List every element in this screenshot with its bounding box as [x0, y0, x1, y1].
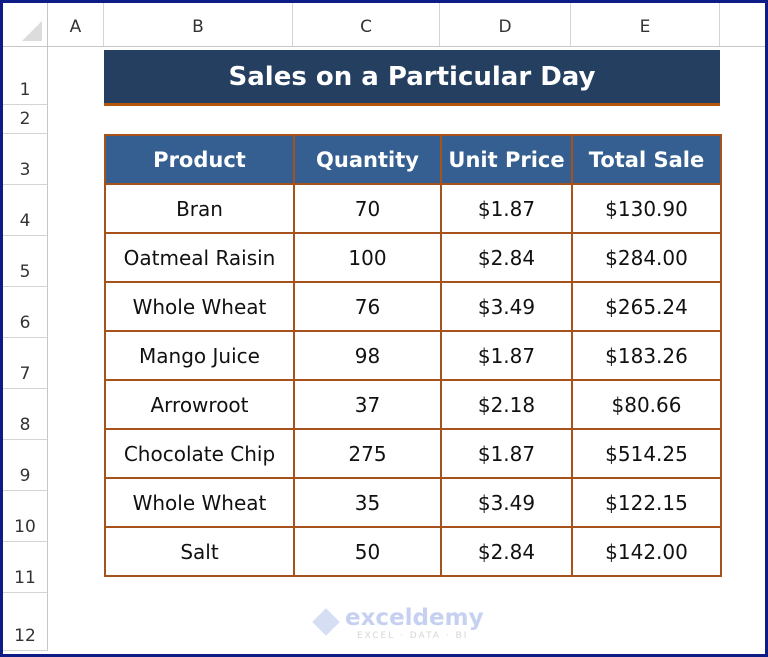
cell-quantity[interactable]: 100 — [293, 232, 442, 283]
row-header-6[interactable]: 6 — [3, 287, 48, 338]
column-header-d[interactable]: D — [440, 3, 571, 47]
cell-quantity[interactable]: 35 — [293, 477, 442, 528]
row-header-12[interactable]: 12 — [3, 593, 48, 651]
cell-total-sale[interactable]: $142.00 — [571, 526, 722, 577]
row-header-3[interactable]: 3 — [3, 134, 48, 185]
cell-quantity[interactable]: 70 — [293, 183, 442, 234]
sheet-title: Sales on a Particular Day — [104, 50, 720, 106]
row-header-5[interactable]: 5 — [3, 236, 48, 287]
cell-total-sale[interactable]: $265.24 — [571, 281, 722, 332]
table-row: Mango Juice 98 $1.87 $183.26 — [104, 330, 722, 381]
cell-unit-price[interactable]: $2.84 — [440, 232, 573, 283]
header-total-sale[interactable]: Total Sale — [571, 134, 722, 185]
cell-unit-price[interactable]: $1.87 — [440, 330, 573, 381]
header-quantity[interactable]: Quantity — [293, 134, 442, 185]
cell-unit-price[interactable]: $1.87 — [440, 428, 573, 479]
table-row: Bran 70 $1.87 $130.90 — [104, 183, 722, 234]
column-header-f[interactable] — [720, 3, 765, 47]
table-row: Chocolate Chip 275 $1.87 $514.25 — [104, 428, 722, 479]
cell-product[interactable]: Whole Wheat — [104, 281, 295, 332]
cell-unit-price[interactable]: $3.49 — [440, 477, 573, 528]
cell-total-sale[interactable]: $130.90 — [571, 183, 722, 234]
row-header-8[interactable]: 8 — [3, 389, 48, 440]
cell-product[interactable]: Bran — [104, 183, 295, 234]
column-header-b[interactable]: B — [104, 3, 293, 47]
cell-total-sale[interactable]: $284.00 — [571, 232, 722, 283]
cell-product[interactable]: Whole Wheat — [104, 477, 295, 528]
spreadsheet-window: A B C D E 1 2 3 4 5 6 7 8 9 10 11 12 Sal… — [0, 0, 768, 657]
table-row: Salt 50 $2.84 $142.00 — [104, 526, 722, 577]
cell-product[interactable]: Salt — [104, 526, 295, 577]
sales-table: Product Quantity Unit Price Total Sale B… — [104, 134, 722, 577]
cell-unit-price[interactable]: $3.49 — [440, 281, 573, 332]
cell-product[interactable]: Mango Juice — [104, 330, 295, 381]
row-header-2[interactable]: 2 — [3, 105, 48, 134]
exceldemy-logo-icon — [312, 608, 340, 636]
cell-quantity[interactable]: 76 — [293, 281, 442, 332]
watermark-name: exceldemy — [345, 605, 484, 631]
cell-unit-price[interactable]: $2.18 — [440, 379, 573, 430]
column-header-c[interactable]: C — [293, 3, 440, 47]
cell-quantity[interactable]: 50 — [293, 526, 442, 577]
cell-quantity[interactable]: 37 — [293, 379, 442, 430]
cell-quantity[interactable]: 98 — [293, 330, 442, 381]
row-header-11[interactable]: 11 — [3, 542, 48, 593]
header-unit-price[interactable]: Unit Price — [440, 134, 573, 185]
cell-total-sale[interactable]: $122.15 — [571, 477, 722, 528]
cell-unit-price[interactable]: $1.87 — [440, 183, 573, 234]
watermark-tagline: EXCEL · DATA · BI — [357, 631, 469, 641]
cell-total-sale[interactable]: $183.26 — [571, 330, 722, 381]
cell-total-sale[interactable]: $80.66 — [571, 379, 722, 430]
cell-product[interactable]: Oatmeal Raisin — [104, 232, 295, 283]
table-row: Arrowroot 37 $2.18 $80.66 — [104, 379, 722, 430]
cell-quantity[interactable]: 275 — [293, 428, 442, 479]
row-header-9[interactable]: 9 — [3, 440, 48, 491]
cell-unit-price[interactable]: $2.84 — [440, 526, 573, 577]
column-header-a[interactable]: A — [48, 3, 104, 47]
row-header-7[interactable]: 7 — [3, 338, 48, 389]
cell-product[interactable]: Chocolate Chip — [104, 428, 295, 479]
column-header-e[interactable]: E — [571, 3, 720, 47]
table-row: Oatmeal Raisin 100 $2.84 $284.00 — [104, 232, 722, 283]
header-product[interactable]: Product — [104, 134, 295, 185]
table-row: Whole Wheat 76 $3.49 $265.24 — [104, 281, 722, 332]
row-header-10[interactable]: 10 — [3, 491, 48, 542]
row-header-4[interactable]: 4 — [3, 185, 48, 236]
cell-total-sale[interactable]: $514.25 — [571, 428, 722, 479]
table-header-row: Product Quantity Unit Price Total Sale — [104, 134, 722, 185]
table-row: Whole Wheat 35 $3.49 $122.15 — [104, 477, 722, 528]
select-all-button[interactable] — [3, 3, 48, 47]
cell-product[interactable]: Arrowroot — [104, 379, 295, 430]
row-header-1[interactable]: 1 — [3, 47, 48, 105]
